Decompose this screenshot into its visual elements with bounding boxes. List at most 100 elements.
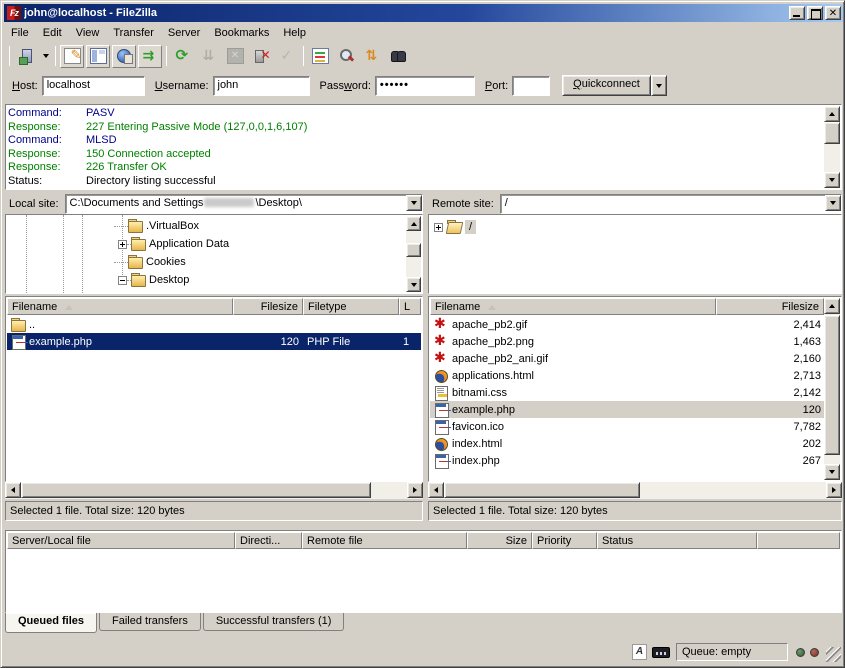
password-input[interactable]: ••••••	[375, 76, 475, 96]
local-tree-scroll-down-button[interactable]	[406, 277, 421, 292]
file-row-parent-dir[interactable]: ..	[7, 316, 421, 333]
column-header-filetype[interactable]: Filetype	[303, 298, 399, 315]
tree-item-application-data[interactable]: Application Data	[6, 235, 422, 253]
local-site-dropdown-button[interactable]	[406, 195, 422, 211]
menu-server[interactable]: Server	[161, 25, 207, 41]
quickconnect-button[interactable]: Quickconnect	[562, 75, 651, 96]
remote-scroll-right-button[interactable]	[826, 482, 842, 498]
column-header-lastmodified[interactable]: L	[399, 298, 421, 315]
remote-site-combobox[interactable]: /	[500, 194, 842, 214]
menu-view[interactable]: View	[69, 25, 107, 41]
php-file-icon	[434, 403, 449, 417]
comparison-icon	[338, 48, 355, 64]
menu-bookmarks[interactable]: Bookmarks	[207, 25, 276, 41]
remote-site-path[interactable]: /	[500, 194, 842, 214]
queue-status: Queue: empty	[676, 643, 788, 661]
refresh-button[interactable]	[171, 45, 195, 68]
local-hscrollbar-thumb[interactable]	[21, 482, 371, 498]
filter-button[interactable]	[308, 45, 332, 68]
log-scroll-up-button[interactable]	[824, 106, 840, 122]
username-input[interactable]: john	[213, 76, 310, 96]
file-row[interactable]: apache_pb2.png 1,463	[430, 333, 825, 350]
menu-help[interactable]: Help	[276, 25, 313, 41]
tree-item-desktop[interactable]: Desktop	[6, 271, 422, 289]
local-scroll-right-button[interactable]	[407, 482, 423, 498]
tab-queued-files[interactable]: Queued files	[5, 613, 97, 633]
column-header-direction[interactable]: Directi...	[235, 532, 302, 549]
local-site-path[interactable]: C:\Documents and Settings\Desktop\	[65, 194, 423, 214]
remote-tree-icon	[116, 48, 133, 64]
column-header-server-local-file[interactable]: Server/Local file	[7, 532, 235, 549]
filezilla-logo-icon: Fz	[7, 6, 21, 20]
site-manager-dropdown-button[interactable]	[39, 45, 52, 68]
tree-item-cookies[interactable]: Cookies	[6, 253, 422, 271]
remote-hscrollbar[interactable]	[428, 482, 842, 499]
cancel-operation-button[interactable]	[223, 45, 247, 68]
toggle-remote-tree-button[interactable]	[112, 45, 136, 68]
remote-scroll-down-button[interactable]	[824, 464, 840, 480]
expander-minus-icon[interactable]	[118, 276, 127, 285]
tree-item-virtualbox[interactable]: .VirtualBox	[6, 217, 422, 235]
file-row[interactable]: index.html 202	[430, 435, 825, 452]
quickconnect-dropdown-button[interactable]	[651, 75, 667, 96]
file-row[interactable]: apache_pb2_ani.gif 2,160	[430, 350, 825, 367]
file-row[interactable]: bitnami.css 2,142	[430, 384, 825, 401]
menu-transfer[interactable]: Transfer	[106, 25, 161, 41]
local-tree-icon	[90, 48, 107, 64]
file-row-selected[interactable]: example.php 120	[430, 401, 825, 418]
toggle-local-tree-button[interactable]	[86, 45, 110, 68]
local-tree-scrollbar-thumb[interactable]	[406, 243, 421, 257]
maximize-button[interactable]	[807, 6, 823, 20]
remote-scroll-up-button[interactable]	[824, 298, 840, 314]
toggle-transfer-queue-button[interactable]	[138, 45, 162, 68]
log-scroll-down-button[interactable]	[824, 172, 840, 188]
local-tree-scroll-up-button[interactable]	[406, 216, 421, 231]
site-manager-button[interactable]	[14, 45, 38, 68]
minimize-button[interactable]	[789, 6, 805, 20]
local-scroll-left-button[interactable]	[5, 482, 21, 498]
column-header-size[interactable]: Size	[467, 532, 532, 549]
synchronized-browsing-button[interactable]	[360, 45, 384, 68]
column-header-filename[interactable]: Filename	[430, 298, 716, 315]
file-row[interactable]: index.php 267	[430, 452, 825, 469]
column-header-priority[interactable]: Priority	[532, 532, 597, 549]
remote-site-dropdown-button[interactable]	[825, 195, 841, 211]
menu-edit[interactable]: Edit	[36, 25, 69, 41]
column-header-filesize[interactable]: Filesize	[233, 298, 303, 315]
port-input[interactable]	[512, 76, 550, 96]
expander-plus-icon[interactable]	[118, 240, 127, 249]
remote-vscrollbar-thumb[interactable]	[824, 315, 840, 455]
column-header-filename[interactable]: Filename	[7, 298, 233, 315]
tree-item-root[interactable]: /	[429, 218, 841, 236]
remote-hscrollbar-thumb[interactable]	[444, 482, 640, 498]
disconnect-button[interactable]	[249, 45, 273, 68]
resize-grip[interactable]	[826, 647, 841, 662]
close-button[interactable]	[825, 6, 841, 20]
tab-successful-transfers[interactable]: Successful transfers (1)	[203, 613, 345, 631]
log-line: Response:150 Connection accepted	[8, 148, 823, 162]
local-list-header: Filename Filesize Filetype L	[7, 298, 421, 315]
image-file-icon	[434, 335, 449, 349]
column-header-filesize[interactable]: Filesize	[716, 298, 824, 315]
file-row[interactable]: applications.html 2,713	[430, 367, 825, 384]
find-files-button[interactable]	[386, 45, 410, 68]
remote-list-header: Filename Filesize	[430, 298, 824, 315]
toggle-message-log-button[interactable]	[60, 45, 84, 68]
reconnect-button[interactable]	[275, 45, 299, 68]
local-hscrollbar[interactable]	[5, 482, 423, 499]
host-input[interactable]: localhost	[42, 76, 145, 96]
directory-comparison-button[interactable]	[334, 45, 358, 68]
sort-ascending-icon	[65, 305, 73, 310]
column-header-status[interactable]: Status	[597, 532, 757, 549]
local-site-combobox[interactable]: C:\Documents and Settings\Desktop\	[65, 194, 423, 214]
file-row[interactable]: favicon.ico 7,782	[430, 418, 825, 435]
process-queue-button[interactable]	[197, 45, 221, 68]
expander-plus-icon[interactable]	[434, 223, 443, 232]
column-header-remote-file[interactable]: Remote file	[302, 532, 467, 549]
tab-failed-transfers[interactable]: Failed transfers	[99, 613, 201, 631]
menu-file[interactable]: File	[4, 25, 36, 41]
log-scrollbar-thumb[interactable]	[824, 122, 840, 144]
file-row[interactable]: apache_pb2.gif 2,414	[430, 316, 825, 333]
remote-scroll-left-button[interactable]	[428, 482, 444, 498]
file-row-example-php[interactable]: example.php 120 PHP File 1	[7, 333, 421, 350]
